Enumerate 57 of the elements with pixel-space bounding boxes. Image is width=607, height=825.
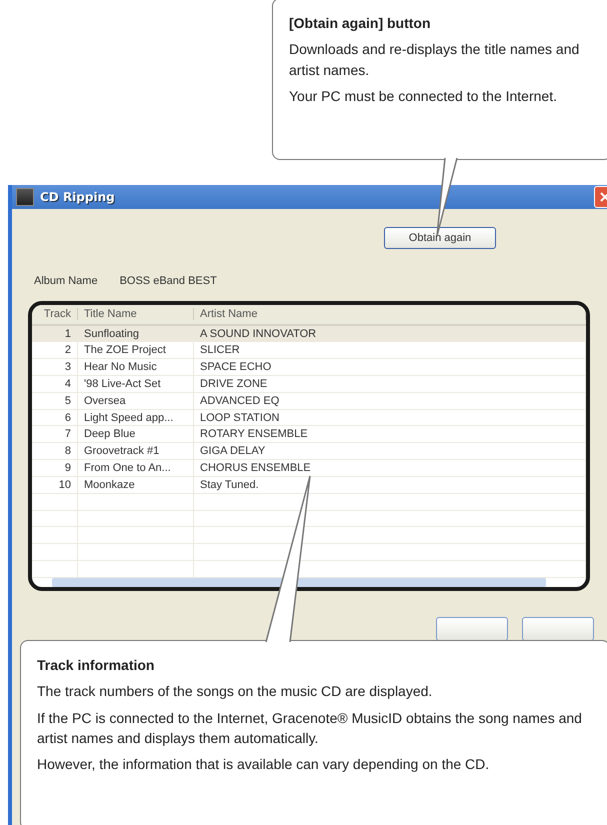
title-cell: Deep Blue: [78, 426, 194, 442]
track-number: 8: [32, 443, 78, 460]
title-cell: '98 Live-Act Set: [78, 376, 194, 392]
track-row[interactable]: 8 Groovetrack #1 GIGA DELAY: [32, 443, 586, 460]
artist-cell: DRIVE ZONE: [194, 376, 586, 392]
track-number: 5: [32, 392, 78, 409]
artist-cell: ROTARY ENSEMBLE: [194, 426, 586, 442]
track-number: 4: [32, 376, 78, 392]
artist-cell: GIGA DELAY: [194, 443, 586, 460]
track-number: 6: [32, 410, 78, 426]
track-row[interactable]: 3 Hear No Music SPACE ECHO: [32, 359, 586, 376]
column-header[interactable]: Title Name: [78, 308, 194, 320]
track-row[interactable]: 4 '98 Live-Act Set DRIVE ZONE: [32, 376, 586, 393]
track-number: 1: [32, 326, 78, 342]
obtain-again-button[interactable]: Obtain again: [384, 227, 496, 249]
title-cell: Moonkaze: [78, 476, 194, 493]
artist-cell: ADVANCED EQ: [194, 392, 586, 409]
album-label: Album Name: [34, 275, 98, 287]
callout-text: Your PC must be connected to the Internet.: [289, 86, 558, 106]
artist-cell: CHORUS ENSEMBLE: [194, 460, 586, 476]
title-cell: Sunfloating: [78, 326, 194, 342]
artist-cell: A SOUND INNOVATOR: [194, 326, 586, 342]
track-number: 10: [32, 476, 78, 493]
artist-cell: LOOP STATION: [194, 410, 586, 426]
window-title: CD Ripping: [40, 190, 116, 204]
column-header[interactable]: Track: [32, 308, 78, 320]
column-header[interactable]: Artist Name: [194, 308, 586, 320]
track-row[interactable]: 9 From One to An... CHORUS ENSEMBLE: [32, 460, 586, 477]
callout-text: The track numbers of the songs on the music CD are displayed.: [37, 682, 434, 702]
track-row[interactable]: 2 The ZOE Project SLICER: [32, 342, 586, 360]
track-row[interactable]: 6 Light Speed app... LOOP STATION: [32, 410, 586, 426]
track-row[interactable]: 1 Sunfloating A SOUND INNOVATOR: [32, 326, 586, 342]
title-cell: From One to An...: [78, 460, 194, 476]
callout-title: [Obtain again] button: [289, 14, 432, 33]
artist-cell: SPACE ECHO: [194, 359, 586, 376]
callout-text: If the PC is connected to the Internet, Gracenote® MusicID obtains the song names and artist names and displays them automatically.: [37, 708, 583, 748]
app-icon: [16, 188, 34, 206]
callout-text: Downloads and re-displays the title names and artist names.: [289, 40, 580, 80]
track-number: 9: [32, 460, 78, 476]
dialog-button[interactable]: [522, 617, 594, 641]
title-cell: Light Speed app...: [78, 410, 194, 426]
track-number: 7: [32, 426, 78, 442]
title-cell: Groovetrack #1: [78, 443, 194, 460]
track-number: 2: [32, 342, 78, 358]
dialog-button[interactable]: [436, 617, 508, 641]
close-icon: [600, 192, 607, 202]
callout-text: However, the information that is available can vary depending on the CD.: [37, 755, 490, 774]
title-cell: The ZOE Project: [78, 342, 194, 358]
track-row[interactable]: 10 Moonkaze Stay Tuned.: [32, 476, 586, 494]
album-name: BOSS eBand BEST: [120, 275, 217, 287]
callout-title: Track information: [37, 656, 156, 675]
track-number: 3: [32, 359, 78, 376]
title-cell: Hear No Music: [78, 359, 194, 376]
artist-cell: SLICER: [194, 342, 586, 358]
track-row[interactable]: 5 Oversea ADVANCED EQ: [32, 392, 586, 410]
track-row[interactable]: 7 Deep Blue ROTARY ENSEMBLE: [32, 426, 586, 444]
title-cell: Oversea: [78, 392, 194, 409]
